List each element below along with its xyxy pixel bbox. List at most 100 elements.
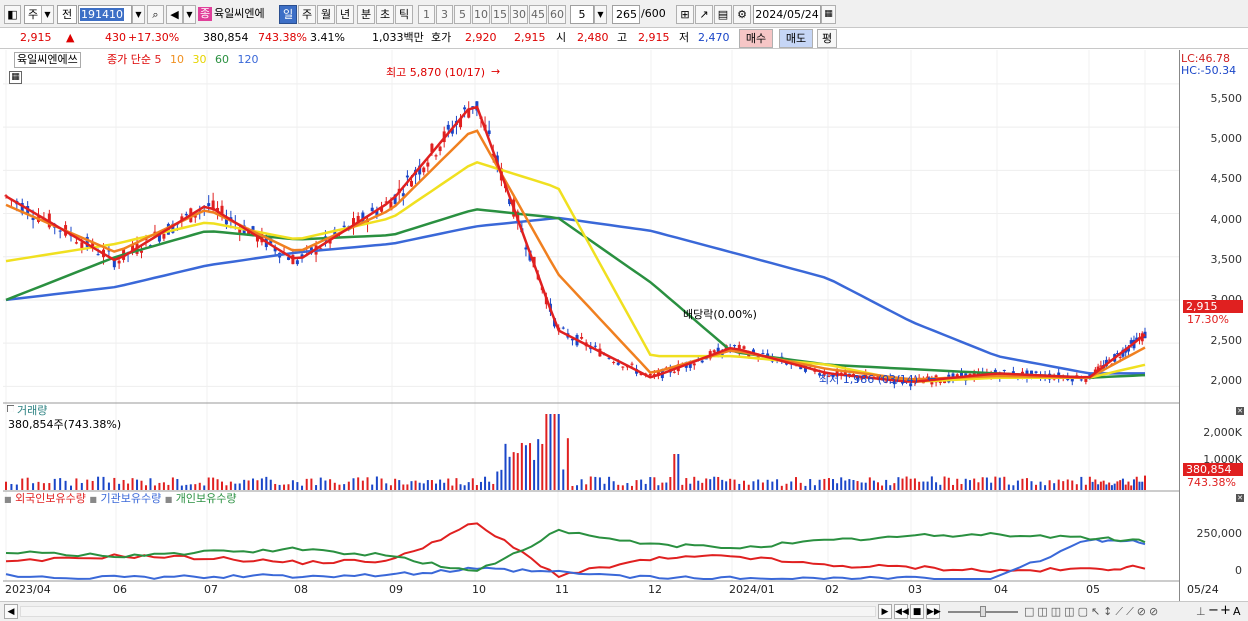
interval-15[interactable]: 15: [491, 5, 509, 24]
date-input[interactable]: 2024/05/24: [753, 5, 821, 24]
stock-name[interactable]: 육일씨엔에: [214, 7, 265, 21]
volume-bar: [594, 476, 597, 490]
xlabel: 11: [555, 583, 569, 596]
volume-bar: [905, 476, 908, 490]
save-icon[interactable]: ▤: [714, 5, 732, 24]
volume-bar: [603, 483, 606, 490]
ma10-legend[interactable]: 10: [170, 53, 184, 66]
ma60-legend[interactable]: 60: [215, 53, 229, 66]
grid-toggle-icon[interactable]: ▦: [9, 71, 22, 84]
period-select-1[interactable]: 주: [24, 5, 42, 24]
scroll-right-icon[interactable]: ▶: [878, 604, 892, 619]
scroll-left-icon[interactable]: ◀: [4, 604, 18, 619]
period-year[interactable]: 년: [336, 5, 354, 24]
volume-bar: [422, 483, 425, 490]
volume-bar: [733, 479, 736, 490]
volume-bar: [329, 479, 332, 490]
volume-bar: [53, 478, 56, 490]
volume-bar: [64, 480, 67, 490]
individual-legend[interactable]: 개인보유수량: [176, 492, 237, 505]
volume-pane-close-icon[interactable]: ✕: [1236, 407, 1244, 415]
volume-bar: [1071, 480, 1074, 490]
speaker-dropdown-icon[interactable]: ▼: [183, 5, 196, 24]
ytick-5500: 5,500: [1210, 92, 1243, 105]
ma120-legend[interactable]: 120: [237, 53, 258, 66]
font-size-icon[interactable]: A: [1233, 605, 1241, 619]
forward-icon[interactable]: ▶▶: [926, 604, 941, 619]
chart-canvas[interactable]: [3, 50, 1179, 601]
code-input[interactable]: 191410: [78, 5, 132, 24]
volume-bar: [697, 480, 700, 490]
chevron-down-icon[interactable]: ▼: [41, 5, 54, 24]
interval-3[interactable]: 3: [436, 5, 453, 24]
line-tool-icon[interactable]: ↗: [695, 5, 713, 24]
volume-bar: [968, 480, 971, 490]
calendar-icon[interactable]: ▦: [821, 5, 836, 24]
zoom-out-icon[interactable]: −: [1208, 604, 1219, 618]
volume-pane-handle[interactable]: ■: [7, 405, 15, 413]
ma5-legend[interactable]: 5: [154, 53, 161, 66]
quote-amount: 1,033백만: [372, 31, 424, 44]
ytick-4500: 4,500: [1210, 172, 1243, 185]
stop-icon[interactable]: ■: [910, 604, 924, 619]
volume-bar: [840, 477, 843, 490]
search-icon[interactable]: ⌕: [147, 5, 164, 24]
interval-input[interactable]: 5: [570, 5, 594, 24]
interval-45[interactable]: 45: [529, 5, 547, 24]
holdings-pane-close-icon[interactable]: ✕: [1236, 494, 1244, 502]
period-minute[interactable]: 분: [357, 5, 375, 24]
window-icon[interactable]: ◧: [4, 5, 21, 24]
interval-10[interactable]: 10: [472, 5, 490, 24]
candle-body: [733, 345, 737, 347]
period-tick[interactable]: 틱: [395, 5, 413, 24]
hoga-label: 호가: [431, 31, 452, 44]
buy-button[interactable]: 매수: [739, 29, 773, 48]
sell-button[interactable]: 매도: [779, 29, 813, 48]
volume-bar: [681, 484, 684, 490]
volume-bar: [1116, 481, 1119, 490]
period-second[interactable]: 초: [376, 5, 394, 24]
period-week[interactable]: 주: [298, 5, 316, 24]
volume-bar: [549, 414, 552, 490]
code-dropdown-icon[interactable]: ▼: [132, 5, 145, 24]
interval-60[interactable]: 60: [548, 5, 566, 24]
horizontal-scrollbar[interactable]: [20, 606, 876, 617]
speaker-icon[interactable]: ◀: [166, 5, 183, 24]
candle-body: [593, 345, 597, 347]
volume-bar: [122, 479, 125, 490]
volume-title[interactable]: 거래량: [17, 404, 47, 418]
volume-bar: [1062, 481, 1065, 490]
zoom-slider-handle[interactable]: [980, 606, 986, 617]
gear-icon[interactable]: ⚙: [733, 5, 751, 24]
price-pane-title[interactable]: 육일씨엔에쓰: [14, 52, 81, 68]
code-value: 191410: [80, 8, 124, 21]
eval-button[interactable]: 평: [817, 29, 837, 48]
period-day[interactable]: 일: [279, 5, 297, 24]
crosshair-icon[interactable]: ⊥: [1196, 605, 1206, 619]
volume-bar: [705, 478, 708, 490]
ma30-legend[interactable]: 30: [192, 53, 206, 66]
period-select-2[interactable]: 전: [57, 5, 77, 24]
legend-square-icon: ■: [4, 495, 12, 504]
candle-body: [621, 366, 625, 368]
interval-dropdown-icon[interactable]: ▼: [594, 5, 607, 24]
interval-1[interactable]: 1: [418, 5, 435, 24]
count-max: /600: [641, 7, 666, 20]
volume-bar: [913, 478, 916, 490]
candle-icon[interactable]: ⊞: [676, 5, 694, 24]
volume-bar: [1007, 484, 1010, 490]
xlabel: 07: [204, 583, 218, 596]
period-month[interactable]: 월: [317, 5, 335, 24]
institution-legend[interactable]: 기관보유수량: [100, 492, 161, 505]
foreign-legend[interactable]: 외국인보유수량: [15, 492, 86, 505]
candle-body: [612, 361, 616, 363]
chart-tools-icon[interactable]: □◫◫◫▢↖↕⟋⟋⊘⊘: [1024, 605, 1161, 619]
zoom-in-icon[interactable]: +: [1220, 604, 1231, 618]
volume-bar: [545, 414, 548, 490]
interval-5[interactable]: 5: [454, 5, 471, 24]
count-input[interactable]: 265: [612, 5, 640, 24]
quote-low: 2,470: [698, 31, 730, 44]
rewind-icon[interactable]: ◀◀: [894, 604, 909, 619]
interval-30[interactable]: 30: [510, 5, 528, 24]
volume-bar: [1084, 484, 1087, 490]
